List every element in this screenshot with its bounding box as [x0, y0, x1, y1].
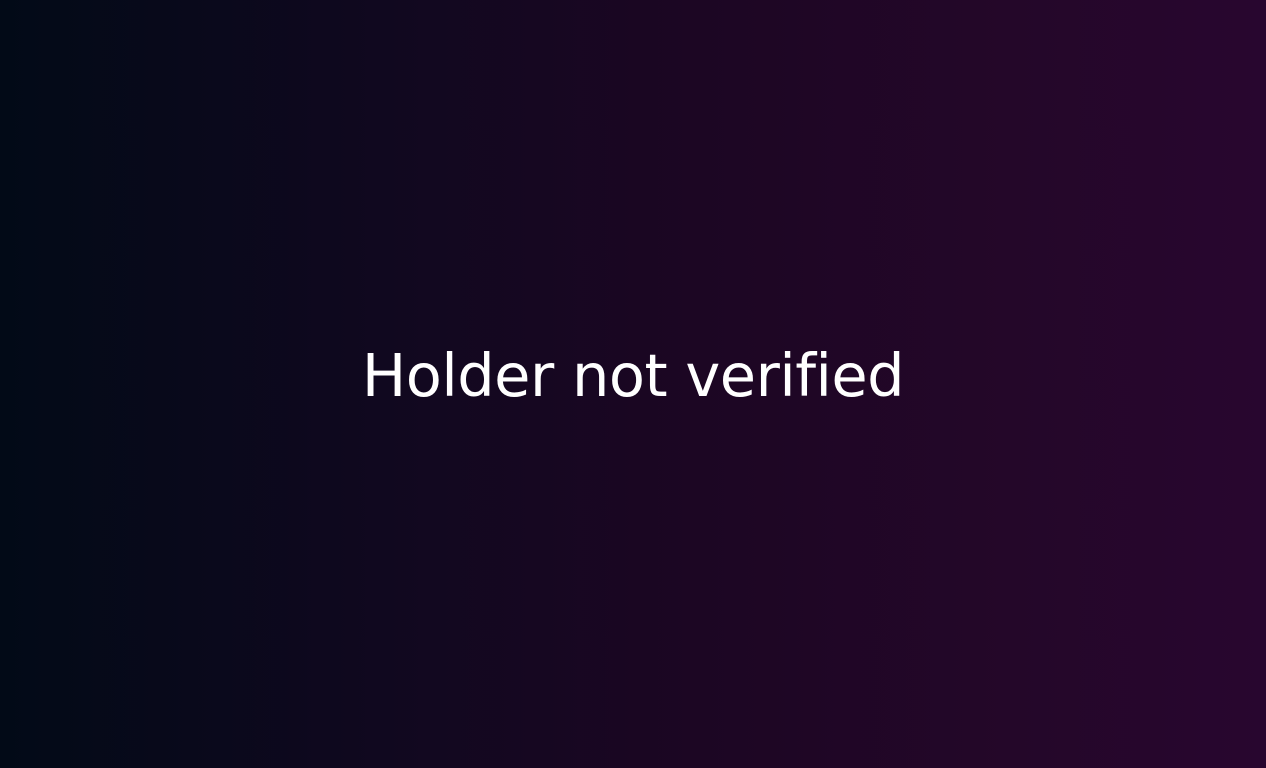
status-message: Holder not verified	[361, 341, 905, 410]
status-screen: Holder not verified	[0, 0, 1266, 768]
